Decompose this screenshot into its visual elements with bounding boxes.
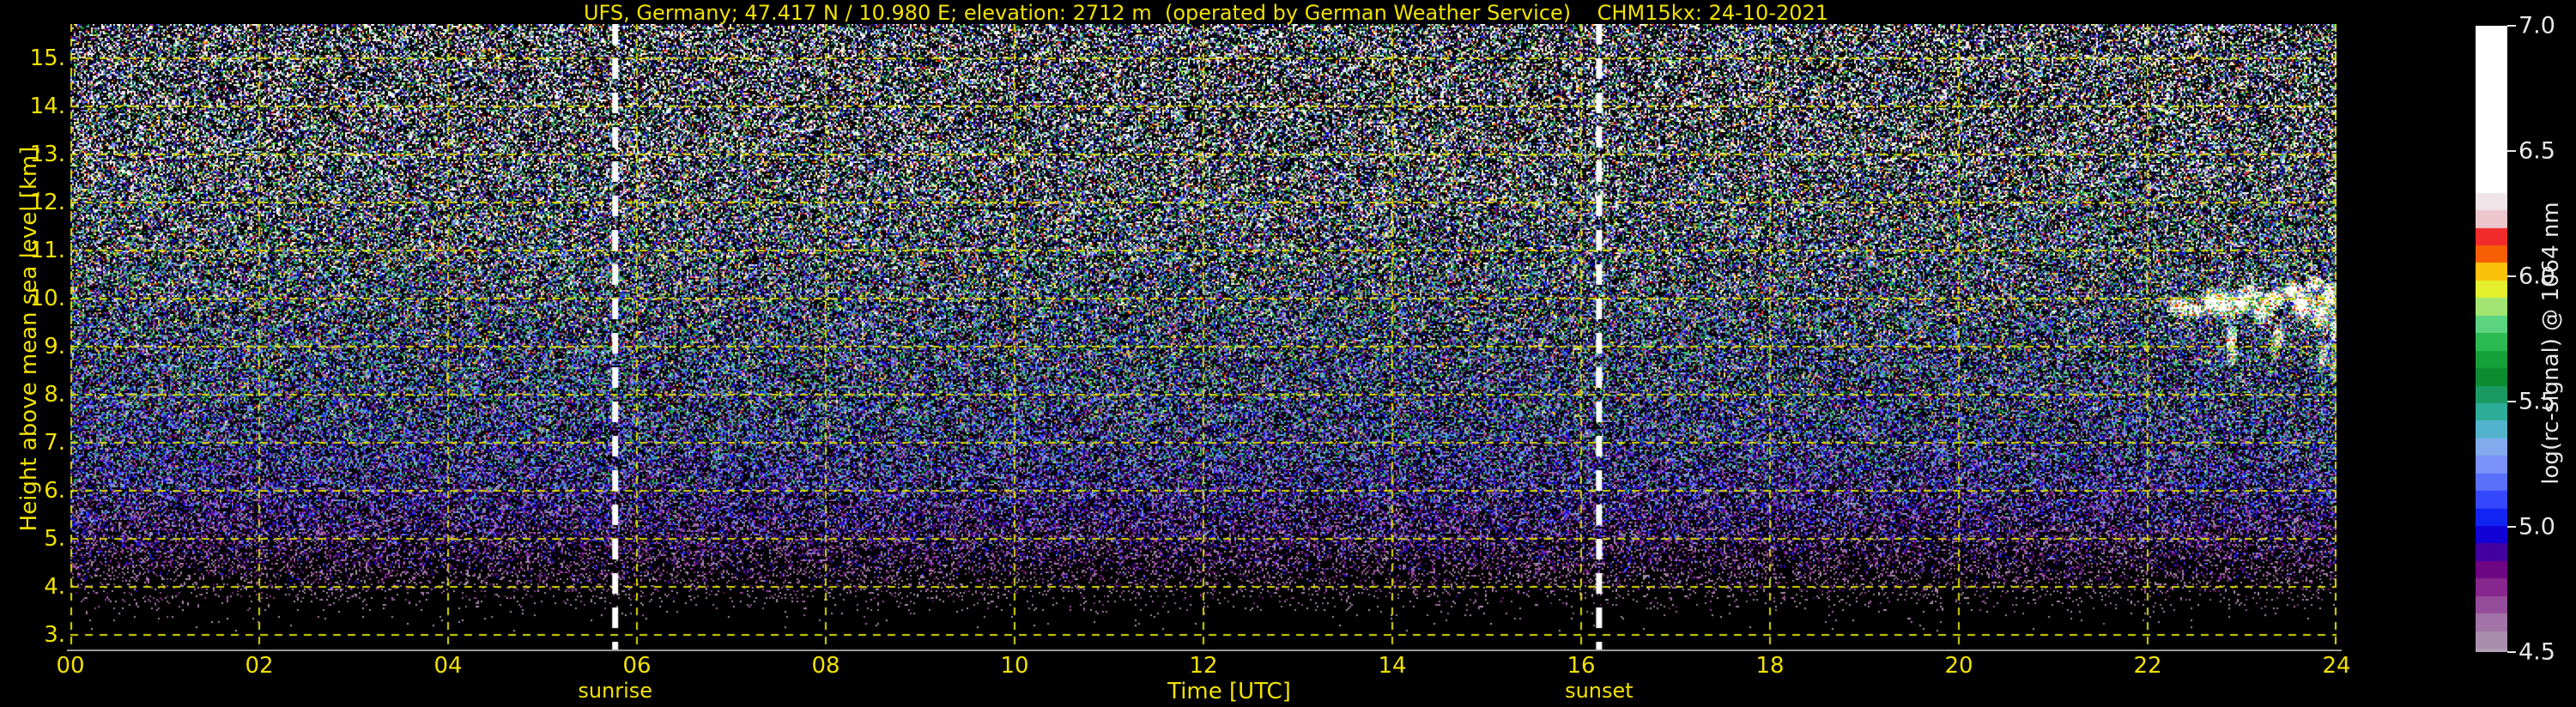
colorbar-tick-mark [2507,275,2516,277]
colorbar-tick-label: 7.0 [2518,13,2555,39]
x-tick-label: 16 [1567,653,1595,679]
x-tick-label: 02 [245,653,273,679]
colorbar-tick-mark [2507,401,2516,402]
ceilometer-quicklook-page: { "title": "UFS, Germany; 47.417 N / 10.… [0,0,2576,707]
x-tick-label: 00 [56,653,84,679]
colorbar-tick-mark [2507,651,2516,653]
x-tick-label: 24 [2322,653,2350,679]
page-title: UFS, Germany; 47.417 N / 10.980 E; eleva… [0,1,2412,25]
sunrise-label: sunrise [578,679,652,703]
y-axis-label: Height above mean sea level [km] [16,142,42,536]
sunset-label: sunset [1565,679,1633,703]
colorbar [2476,26,2507,652]
x-tick-label: 06 [622,653,651,679]
x-axis-line [67,650,2342,651]
x-tick-label: 10 [1000,653,1028,679]
colorbar-tick-mark [2507,150,2516,152]
backscatter-heatmap-canvas [70,24,2337,650]
colorbar-tick-mark [2507,526,2516,528]
y-tick-label: 14. [0,94,65,119]
x-tick-label: 04 [433,653,462,679]
x-tick-label: 18 [1755,653,1784,679]
x-axis-label: Time [UTC] [1143,679,1315,704]
y-tick-label: 3. [0,622,65,648]
x-tick-label: 14 [1378,653,1406,679]
x-tick-label: 08 [811,653,839,679]
colorbar-label: log(rc-signal) @ 1064 nm [2538,146,2564,541]
x-tick-label: 12 [1189,653,1217,679]
colorbar-tick-mark [2507,25,2516,27]
y-tick-label: 4. [0,574,65,600]
x-tick-label: 20 [1944,653,1973,679]
y-tick-label: 15. [0,45,65,71]
x-tick-label: 22 [2133,653,2161,679]
colorbar-tick-label: 4.5 [2518,639,2555,666]
